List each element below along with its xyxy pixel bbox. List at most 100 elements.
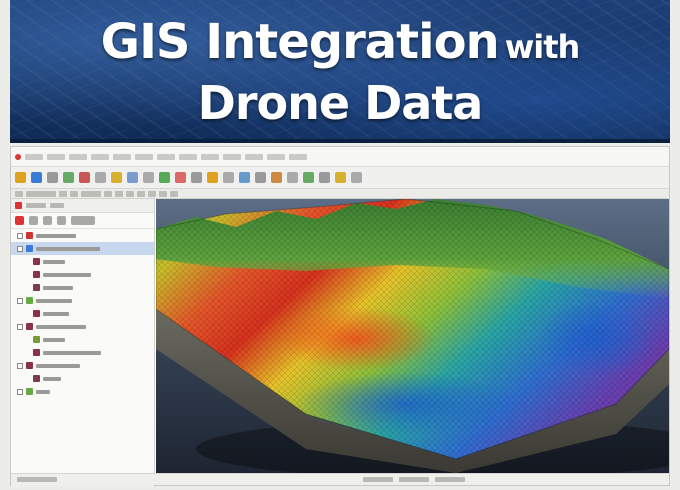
tool-icon[interactable] <box>148 190 156 197</box>
layer-label <box>36 246 100 251</box>
layer-symbol-icon <box>33 336 40 343</box>
status-chip <box>399 477 429 482</box>
layer-item[interactable] <box>11 359 154 372</box>
tool-icon[interactable] <box>81 190 101 197</box>
layer-symbol-icon <box>33 271 40 278</box>
banner-title-with: with <box>504 28 581 66</box>
layer-item[interactable] <box>11 346 154 359</box>
tool-icon[interactable] <box>239 172 250 183</box>
menu-item[interactable] <box>25 153 43 160</box>
layer-label <box>43 337 65 342</box>
title-banner: GIS Integration with Drone Data <box>10 0 670 143</box>
layer-item[interactable] <box>11 255 154 268</box>
tool-icon[interactable] <box>287 172 298 183</box>
tool-icon[interactable] <box>115 190 123 197</box>
layer-label <box>36 389 50 394</box>
status-chip <box>363 477 393 482</box>
layer-label <box>36 363 80 368</box>
layer-label <box>43 376 61 381</box>
status-chip <box>17 477 57 482</box>
tool-icon[interactable] <box>137 190 145 197</box>
menu-item[interactable] <box>245 153 263 160</box>
gis-app-window <box>10 146 670 487</box>
layer-item-selected[interactable] <box>11 242 154 255</box>
layer-item[interactable] <box>11 372 154 385</box>
close-icon[interactable] <box>15 153 21 160</box>
tool-icon[interactable] <box>159 190 167 197</box>
layer-symbol-icon <box>26 245 33 252</box>
tool-icon[interactable] <box>335 172 346 183</box>
map-canvas[interactable] <box>156 199 669 473</box>
menu-item[interactable] <box>91 153 109 160</box>
tool-icon[interactable] <box>159 172 170 183</box>
layer-item[interactable] <box>11 307 154 320</box>
layer-item[interactable] <box>11 333 154 346</box>
tool-icon[interactable] <box>127 172 138 183</box>
layer-label <box>36 324 86 329</box>
tool-icon[interactable] <box>191 172 202 183</box>
tool-icon[interactable] <box>351 172 362 183</box>
layer-label <box>43 311 69 316</box>
tool-icon[interactable] <box>126 190 134 197</box>
layer-tool-icon[interactable] <box>71 216 95 225</box>
layer-label <box>43 259 65 264</box>
tool-icon[interactable] <box>63 172 74 183</box>
tool-icon[interactable] <box>70 190 78 197</box>
menu-item[interactable] <box>113 153 131 160</box>
tool-icon[interactable] <box>59 190 67 197</box>
tool-icon[interactable] <box>207 172 218 183</box>
tool-icon[interactable] <box>170 190 178 197</box>
menu-item[interactable] <box>289 153 307 160</box>
tool-icon[interactable] <box>223 172 234 183</box>
menu-item[interactable] <box>157 153 175 160</box>
tool-icon[interactable] <box>26 190 56 197</box>
tool-icon[interactable] <box>15 190 23 197</box>
layer-item[interactable] <box>11 229 154 242</box>
menu-bar <box>11 147 669 167</box>
layer-checkbox-icon[interactable] <box>17 323 23 330</box>
banner-title-line1: GIS Integration with <box>10 14 670 70</box>
layer-checkbox-icon[interactable] <box>17 388 23 395</box>
menu-item[interactable] <box>223 153 241 160</box>
menu-item[interactable] <box>135 153 153 160</box>
menu-item[interactable] <box>47 153 65 160</box>
layer-tool-icon[interactable] <box>43 216 52 225</box>
layer-tool-icon[interactable] <box>15 216 24 225</box>
layer-checkbox-icon[interactable] <box>17 232 23 239</box>
panel-title <box>26 203 46 208</box>
close-icon[interactable] <box>15 202 22 209</box>
status-chip <box>435 477 465 482</box>
tool-icon[interactable] <box>47 172 58 183</box>
layer-checkbox-icon[interactable] <box>17 362 23 369</box>
menu-item[interactable] <box>267 153 285 160</box>
tool-icon[interactable] <box>271 172 282 183</box>
layer-symbol-icon <box>26 388 33 395</box>
layer-checkbox-icon[interactable] <box>17 245 23 252</box>
layer-item[interactable] <box>11 268 154 281</box>
tool-icon[interactable] <box>143 172 154 183</box>
open-icon[interactable] <box>15 172 26 183</box>
layer-tool-icon[interactable] <box>57 216 66 225</box>
layer-symbol-icon <box>26 323 33 330</box>
layer-tool-icon[interactable] <box>29 216 38 225</box>
tool-icon[interactable] <box>104 190 112 197</box>
tool-icon[interactable] <box>95 172 106 183</box>
tool-icon[interactable] <box>111 172 122 183</box>
tool-icon[interactable] <box>319 172 330 183</box>
layer-item[interactable] <box>11 320 154 333</box>
banner-title-main: GIS Integration <box>100 14 500 70</box>
layer-item[interactable] <box>11 281 154 294</box>
menu-item[interactable] <box>69 153 87 160</box>
layers-panel-header <box>11 199 154 213</box>
menu-item[interactable] <box>201 153 219 160</box>
tool-icon[interactable] <box>255 172 266 183</box>
tool-icon[interactable] <box>175 172 186 183</box>
layer-checkbox-icon[interactable] <box>17 297 23 304</box>
menu-item[interactable] <box>179 153 197 160</box>
tool-icon[interactable] <box>303 172 314 183</box>
tool-icon[interactable] <box>79 172 90 183</box>
save-icon[interactable] <box>31 172 42 183</box>
layer-item[interactable] <box>11 294 154 307</box>
layer-item[interactable] <box>11 385 154 398</box>
banner-title-line2: Drone Data <box>197 76 484 130</box>
